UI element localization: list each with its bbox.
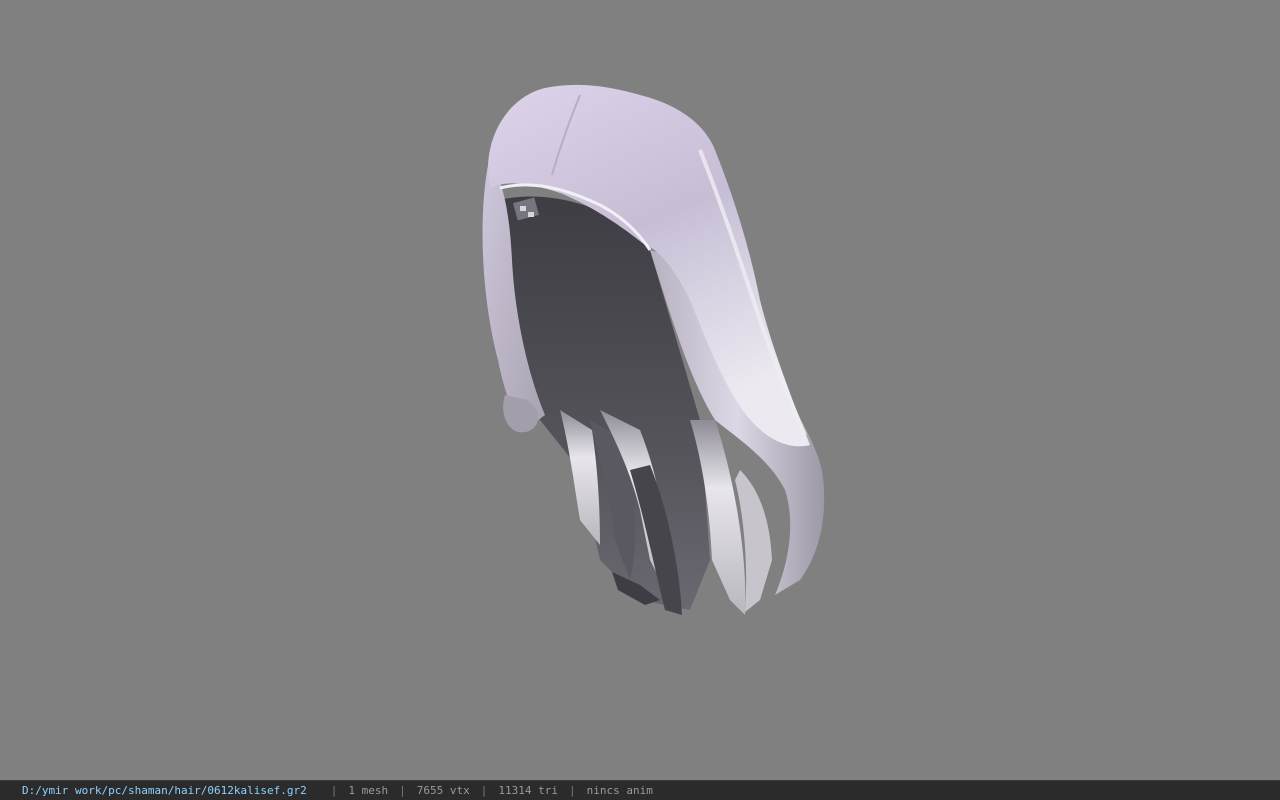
status-separator: | — [330, 784, 338, 797]
animation-status: nincs anim — [586, 784, 653, 797]
file-path: D:/ymir work/pc/shaman/hair/0612kalisef.… — [22, 784, 307, 797]
vertex-count: 7655 vtx — [416, 784, 470, 797]
3d-viewport[interactable] — [0, 0, 1280, 780]
status-separator: | — [569, 784, 576, 797]
status-separator: | — [399, 784, 406, 797]
triangle-count: 11314 tri — [498, 784, 558, 797]
mesh-count: 1 mesh — [348, 784, 389, 797]
status-bar: D:/ymir work/pc/shaman/hair/0612kalisef.… — [0, 780, 1280, 800]
status-separator: | — [480, 784, 488, 797]
hair-model[interactable] — [0, 0, 1280, 780]
